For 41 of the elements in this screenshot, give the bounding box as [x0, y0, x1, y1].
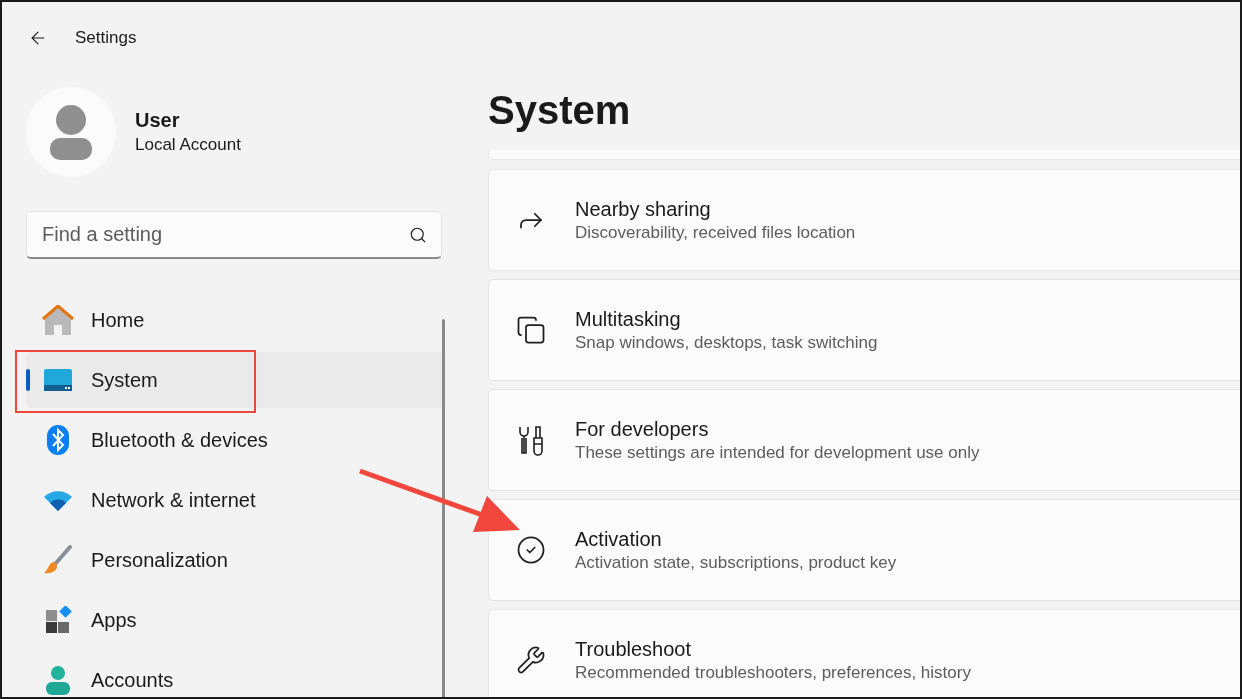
card-subtitle: Activation state, subscriptions, product key	[575, 552, 897, 574]
search-field[interactable]: Find a setting	[26, 211, 442, 259]
nav-item[interactable]: Home	[26, 292, 442, 348]
house-icon	[42, 305, 74, 335]
account-type: Local Account	[135, 134, 241, 156]
nav-item[interactable]: Bluetooth & devices	[26, 412, 442, 468]
bluetooth-icon	[46, 424, 70, 456]
window-title: Settings	[75, 27, 137, 50]
card-subtitle: These settings are intended for development use only	[575, 442, 980, 464]
apps-icon	[44, 606, 72, 634]
settings-card[interactable]: Nearby sharing Discoverability, received files location	[488, 169, 1240, 271]
nav-item[interactable]: Network & internet	[26, 472, 442, 528]
card-title: Troubleshoot	[575, 637, 692, 662]
page-title: System	[488, 87, 632, 134]
card-subtitle: Recommended troubleshooters, preferences, history	[575, 662, 971, 684]
wifi-icon	[43, 489, 73, 511]
nav-item[interactable]: Personalization	[26, 532, 442, 588]
settings-card[interactable]: Activation Activation state, subscriptions, product key	[488, 499, 1240, 601]
monitor-icon	[43, 368, 73, 392]
settings-card[interactable]: For developers These settings are intended for development use only	[488, 389, 1240, 491]
card-title: Nearby sharing	[575, 197, 712, 222]
overlapping-windows-icon	[516, 315, 546, 345]
checkmark-circle-icon	[516, 535, 546, 565]
user-name: User	[135, 108, 181, 133]
card-title: For developers	[575, 417, 710, 442]
card-title: Multitasking	[575, 307, 682, 332]
scrollbar[interactable]	[442, 319, 445, 697]
wrench-icon	[516, 645, 546, 675]
settings-card[interactable]: Multitasking Snap windows, desktops, task switching	[488, 279, 1240, 381]
person-icon	[45, 665, 71, 695]
card-subtitle: Snap windows, desktops, task switching	[575, 332, 878, 354]
paintbrush-icon	[43, 545, 73, 575]
search-icon	[409, 226, 427, 244]
tools-icon	[516, 424, 546, 456]
nav-item[interactable]: Accounts	[26, 652, 442, 697]
selection-indicator	[26, 369, 30, 391]
card-subtitle: Discoverability, received files location	[575, 222, 856, 244]
nav-item[interactable]: System	[26, 352, 442, 408]
settings-card[interactable]: Troubleshoot Recommended troubleshooters, preferences, history	[488, 609, 1240, 697]
card-title: Activation	[575, 527, 663, 552]
nav-item[interactable]: Apps	[26, 592, 442, 648]
